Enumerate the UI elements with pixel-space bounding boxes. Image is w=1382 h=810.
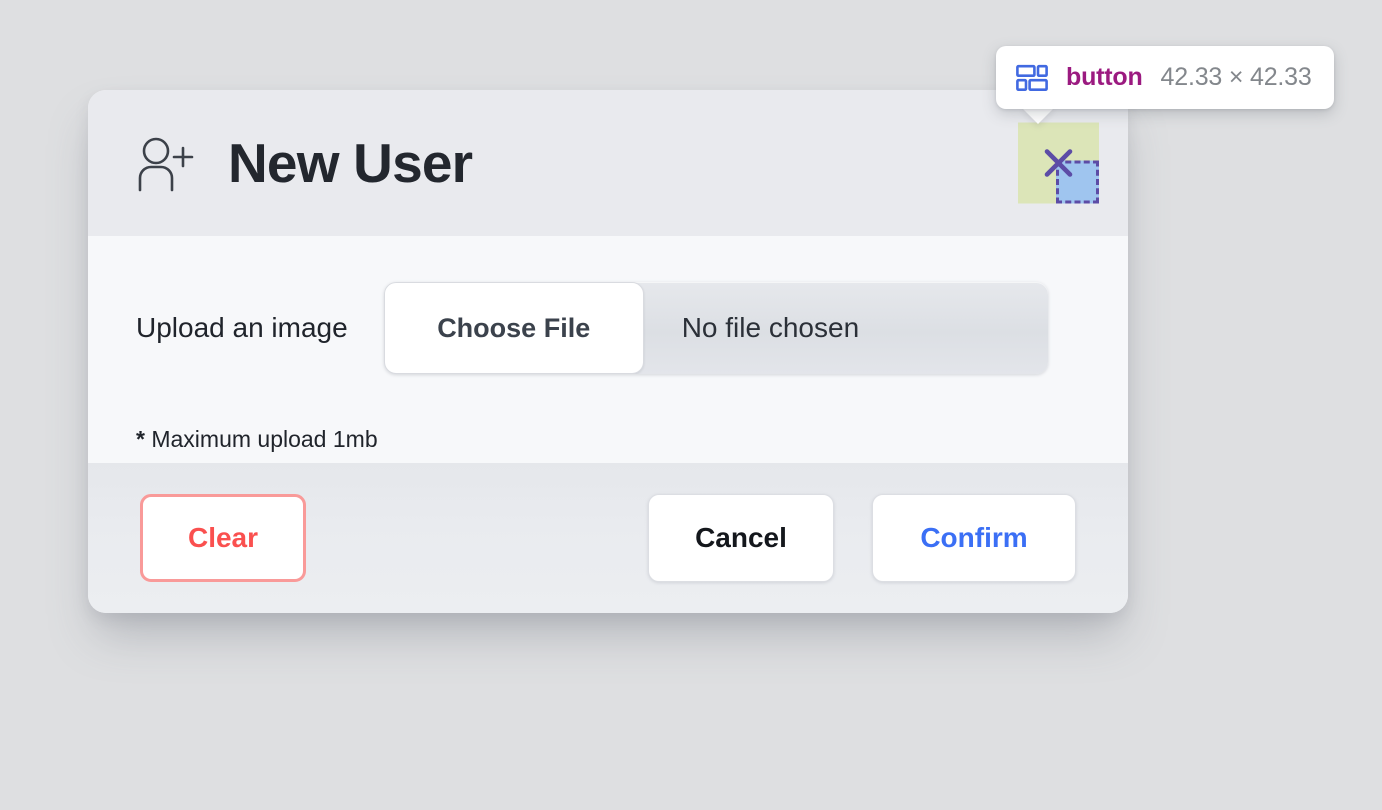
upload-row: Upload an image Choose File No file chos… xyxy=(136,282,1080,374)
hint-text: Maximum upload 1mb xyxy=(151,426,378,452)
inspector-dimensions: 42.33 × 42.33 xyxy=(1160,63,1312,91)
layout-blocks-icon xyxy=(1016,64,1048,92)
footer-actions: Cancel Confirm xyxy=(648,494,1076,582)
modal-body: Upload an image Choose File No file chos… xyxy=(88,236,1128,463)
close-button[interactable] xyxy=(1018,122,1099,204)
inspector-tag-name: button xyxy=(1066,63,1143,91)
page-title: New User xyxy=(228,131,473,194)
hint-asterisk: * xyxy=(136,426,145,452)
upload-hint: * Maximum upload 1mb xyxy=(136,426,1080,453)
file-input[interactable]: Choose File No file chosen xyxy=(383,282,1048,374)
confirm-button[interactable]: Confirm xyxy=(872,494,1076,582)
modal-footer: Clear Cancel Confirm xyxy=(88,463,1128,613)
file-name-display: No file chosen xyxy=(681,312,860,343)
choose-file-button[interactable]: Choose File xyxy=(383,282,644,374)
user-plus-icon xyxy=(136,134,198,192)
clear-button[interactable]: Clear xyxy=(140,494,306,582)
inspector-tooltip: button 42.33 × 42.33 xyxy=(996,46,1334,109)
modal-header-left: New User xyxy=(136,131,473,194)
inspector-tooltip-tail xyxy=(1021,107,1055,124)
modal-header: New User xyxy=(88,90,1128,236)
cancel-button[interactable]: Cancel xyxy=(648,494,834,582)
close-x-icon[interactable] xyxy=(1037,142,1080,185)
upload-label: Upload an image xyxy=(136,312,348,343)
new-user-modal: New User Upload an image Choose File No … xyxy=(88,90,1128,613)
